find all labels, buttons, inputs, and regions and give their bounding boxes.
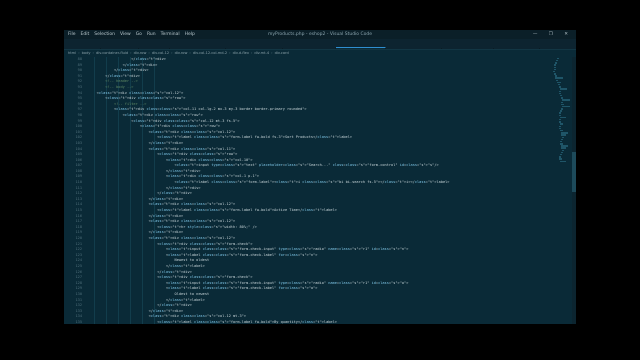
chevron-right-icon: › xyxy=(130,51,132,55)
minimap-line xyxy=(554,64,556,66)
minimap-line xyxy=(560,143,563,145)
breadcrumb-item[interactable]: div.row xyxy=(134,51,147,55)
chevron-right-icon: › xyxy=(171,51,173,55)
minimap-line xyxy=(554,66,556,68)
minimap-line xyxy=(561,103,564,106)
chevron-right-icon: › xyxy=(250,51,253,55)
minimap-line xyxy=(560,129,563,132)
scrollbar-thumb[interactable] xyxy=(572,152,576,192)
minimap-line xyxy=(560,123,564,125)
minimap-line xyxy=(555,75,557,77)
minimap-line xyxy=(557,81,561,84)
vertical-scrollbar[interactable] xyxy=(572,57,576,324)
minimap-line xyxy=(559,86,562,88)
chevron-right-icon: › xyxy=(78,51,80,55)
code-line[interactable]: <class="t">label class=class="s">"form-l… xyxy=(88,320,548,324)
minimap-line xyxy=(560,116,567,119)
minimap-line xyxy=(561,101,563,103)
minimap-line xyxy=(561,147,566,149)
minimap-line xyxy=(559,90,561,92)
chevron-right-icon: › xyxy=(92,51,94,55)
minimap-line xyxy=(559,92,562,95)
minimap-line xyxy=(560,160,567,162)
minimap-line xyxy=(553,70,556,73)
minimap-line xyxy=(559,119,561,121)
breadcrumb-item[interactable]: div.d-flex xyxy=(233,51,249,55)
breadcrumb-item[interactable]: div.card xyxy=(275,51,289,55)
minimap-line xyxy=(559,156,561,158)
minimap-line xyxy=(554,68,556,71)
minimap-line xyxy=(560,154,562,156)
minimap-line xyxy=(560,88,568,90)
window-title: myProducts.php - eshop2 - Visual Studio … xyxy=(267,32,373,37)
minimap-line xyxy=(559,125,561,127)
code-editor[interactable]: 88 89 90 91 92 93 94 95 96 97 98 99 100 101 102 103 104 1… xyxy=(64,57,576,324)
title-bar: File Edit Selection View Go Run Terminal Help m… xyxy=(64,30,576,39)
line-number-gutter: 88 89 90 91 92 93 94 95 96 97 98 99 100 101 102 103 104 1… xyxy=(64,57,84,324)
chevron-right-icon: › xyxy=(189,51,191,55)
chevron-right-icon: › xyxy=(148,51,150,55)
minimap-line xyxy=(554,73,557,75)
breadcrumb-item[interactable]: div.col-12.col-md-2 xyxy=(193,51,227,55)
minimap-line xyxy=(562,99,570,101)
editor-tabs: ◆home.php◆footer.php◆login.js◆seeAllProd… xyxy=(64,39,576,50)
minimap-line xyxy=(558,84,561,86)
breadcrumb-item[interactable]: html xyxy=(68,51,76,55)
minimap-line xyxy=(559,114,562,117)
breadcrumb-item[interactable]: body xyxy=(82,51,91,55)
minimap-line xyxy=(560,94,563,97)
minimap-line xyxy=(556,79,559,82)
breadcrumb: html › body › div.container-fluid › div.row › di… xyxy=(64,50,576,57)
breadcrumb-item[interactable]: div.col-12 xyxy=(152,51,169,55)
minimap-line xyxy=(562,149,564,152)
minimap-line xyxy=(557,57,559,60)
line-number: 135 xyxy=(75,319,83,324)
minimap-line xyxy=(561,138,563,141)
minimap-line xyxy=(562,105,570,108)
chevron-right-icon: › xyxy=(271,51,273,55)
minimap-line xyxy=(561,132,569,134)
minimap-line xyxy=(561,145,569,147)
minimap[interactable] xyxy=(552,57,570,324)
minimap-line xyxy=(559,121,562,123)
minimap-line xyxy=(555,77,563,79)
minimap-line xyxy=(560,110,562,112)
minimap-line xyxy=(561,134,566,136)
breadcrumb-item[interactable]: div.mt-4 xyxy=(254,51,269,55)
minimap-line xyxy=(561,108,563,110)
minimap-line xyxy=(561,151,563,154)
breadcrumb-item[interactable]: div.container-fluid xyxy=(96,51,128,55)
minimap-line xyxy=(561,97,564,99)
breadcrumb-item[interactable]: div.row xyxy=(175,51,188,55)
chevron-right-icon: › xyxy=(229,51,231,55)
window-controls[interactable]: — ❐ ✕ xyxy=(533,30,573,39)
minimap-line xyxy=(555,62,557,64)
minimap-line xyxy=(556,59,558,62)
vscode-window: File Edit Selection View Go Run Terminal Help m… xyxy=(64,30,576,324)
code-area[interactable]: </class="t">div> </class="t">div> </clas… xyxy=(88,57,548,324)
minimap-line xyxy=(562,136,564,138)
minimap-line xyxy=(559,127,562,130)
minimap-line xyxy=(559,112,561,114)
minimap-line xyxy=(560,140,562,143)
minimap-line xyxy=(559,158,562,160)
